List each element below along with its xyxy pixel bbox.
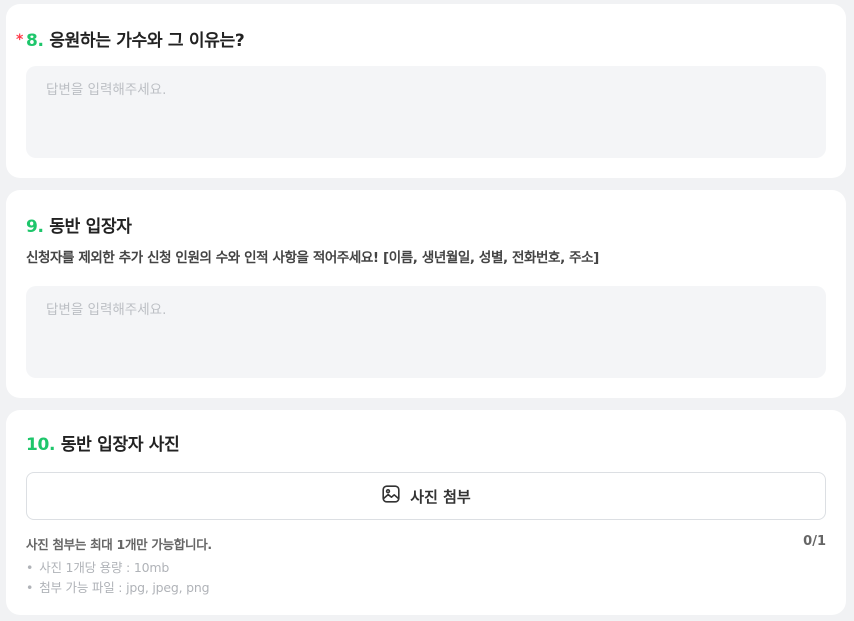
required-mark: * [16,32,24,48]
question-number: 10. [26,435,56,455]
question-title: 8. 응원하는 가수와 그 이유는? [26,26,245,51]
question-text: 동반 입장자 사진 [60,435,180,455]
question-card-10: 10. 동반 입장자 사진 사진 첨부 사진 첨부는 최대 1개만 가능합니다.… [6,410,846,615]
attach-rules: 사진 1개당 용량 : 10mb 첨부 가능 파일 : jpg, jpeg, p… [26,558,209,598]
question-title: 9. 동반 입장자 [26,212,132,237]
question-text: 응원하는 가수와 그 이유는? [49,31,245,51]
attach-note: 사진 첨부는 최대 1개만 가능합니다. [26,537,212,552]
answer-textarea[interactable] [26,66,826,158]
question-card-8: * 8. 응원하는 가수와 그 이유는? [6,4,846,178]
question-number: 8. [26,31,44,51]
answer-textarea[interactable] [26,286,826,378]
photo-attach-button[interactable]: 사진 첨부 [26,472,826,520]
question-text: 동반 입장자 [49,217,132,237]
question-number: 9. [26,217,44,237]
image-icon [381,484,401,508]
question-title: 10. 동반 입장자 사진 [26,430,180,455]
attach-button-label: 사진 첨부 [410,487,471,506]
attach-counter: 0/1 [803,534,826,549]
attach-rule-size: 사진 1개당 용량 : 10mb [26,558,209,578]
question-description: 신청자를 제외한 추가 신청 인원의 수와 인적 사항을 적어주세요! [이름,… [26,250,599,266]
question-card-9: 9. 동반 입장자 신청자를 제외한 추가 신청 인원의 수와 인적 사항을 적… [6,190,846,398]
attach-rule-types: 첨부 가능 파일 : jpg, jpeg, png [26,578,209,598]
